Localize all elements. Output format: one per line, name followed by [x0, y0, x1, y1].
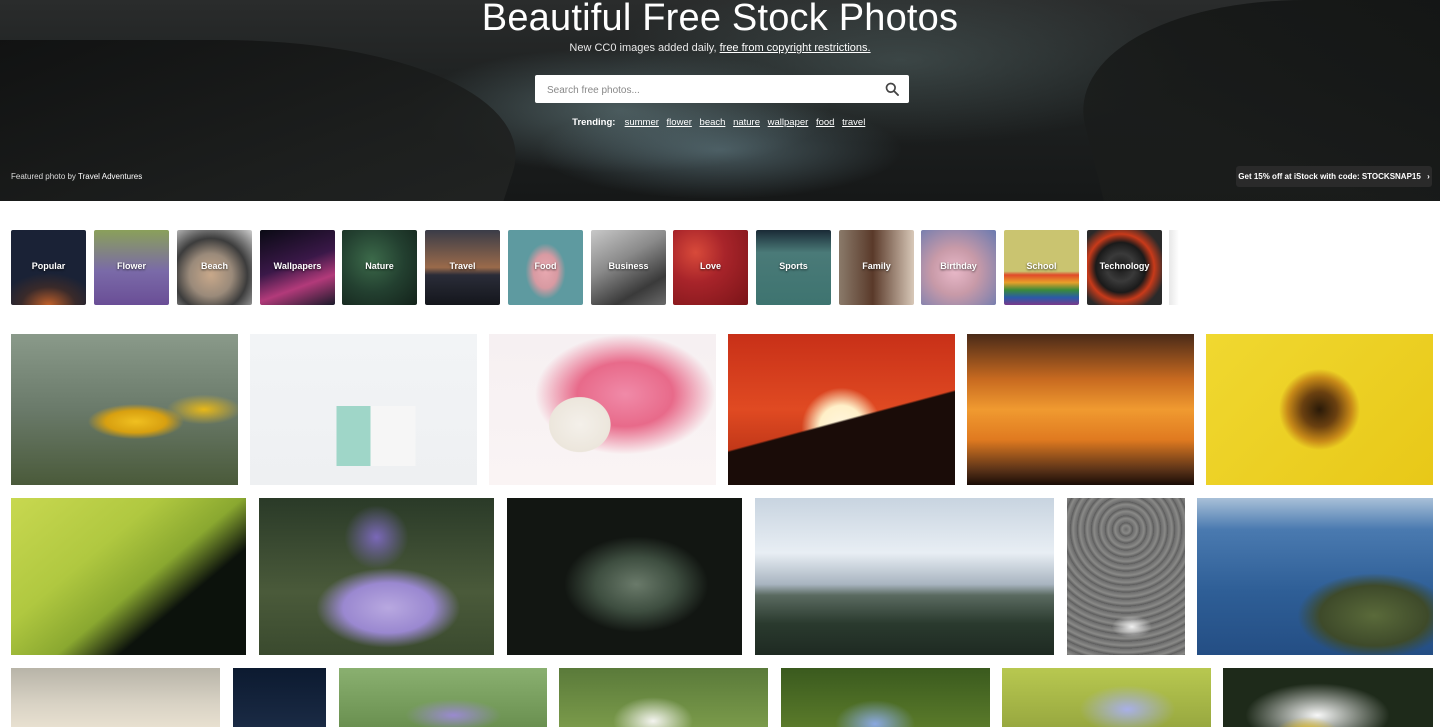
category-label: Family [862, 261, 891, 271]
photo-fern-leaf[interactable] [507, 498, 742, 655]
photo-night-sky[interactable] [233, 668, 326, 727]
photo-cobblestone-feet[interactable] [1067, 498, 1185, 655]
search-box[interactable] [535, 75, 909, 103]
category-technology[interactable]: Technology [1087, 230, 1162, 305]
trending-tag-nature[interactable]: nature [733, 117, 760, 128]
search-icon[interactable] [885, 82, 899, 96]
trending-tag-beach[interactable]: beach [700, 117, 726, 128]
photo-white-daisy-green[interactable] [559, 668, 768, 727]
photo-hazy-sky[interactable] [11, 668, 220, 727]
category-travel[interactable]: Travel [425, 230, 500, 305]
featured-author-link[interactable]: Travel Adventures [78, 172, 142, 181]
category-food[interactable]: Food [508, 230, 583, 305]
category-label: Popular [31, 261, 66, 271]
photo-purple-flower-stems[interactable] [339, 668, 547, 727]
category-label: Business [608, 261, 649, 271]
photo-yellow-flowers[interactable] [11, 334, 238, 485]
trending-tag-summer[interactable]: summer [625, 117, 659, 128]
trending-tag-travel[interactable]: travel [842, 117, 865, 128]
photo-red-sunset-hill[interactable] [728, 334, 955, 485]
category-sports[interactable]: Sports [756, 230, 831, 305]
photo-green-leaf[interactable] [11, 498, 246, 655]
category-scroll-fade [1169, 230, 1179, 305]
trending-tag-wallpaper[interactable]: wallpaper [768, 117, 809, 128]
copyright-link[interactable]: free from copyright restrictions. [720, 42, 871, 54]
category-nature[interactable]: Nature [342, 230, 417, 305]
category-school[interactable]: School [1004, 230, 1079, 305]
category-label: Technology [1099, 261, 1150, 271]
category-label: Food [534, 261, 557, 271]
trending-bar: Trending: summer flower beach nature wal… [0, 117, 1440, 128]
category-label: Love [699, 261, 721, 271]
category-strip: Popular Flower Beach Wallpapers Nature T… [11, 230, 1440, 305]
category-beach[interactable]: Beach [177, 230, 252, 305]
subtitle-text: New CC0 images added daily, [569, 42, 720, 54]
category-family[interactable]: Family [839, 230, 914, 305]
category-wallpapers[interactable]: Wallpapers [260, 230, 335, 305]
photo-orange-sky-clouds[interactable] [967, 334, 1194, 485]
hero-content: Beautiful Free Stock Photos New CC0 imag… [0, 0, 1440, 201]
category-label: Beach [200, 261, 228, 271]
photo-lilac-flower[interactable] [1002, 668, 1211, 727]
featured-prefix: Featured photo by [11, 172, 79, 181]
category-love[interactable]: Love [673, 230, 748, 305]
hero-banner: Beautiful Free Stock Photos New CC0 imag… [0, 0, 1440, 201]
search-input[interactable] [545, 80, 869, 100]
chevron-right-icon: › [1427, 172, 1430, 181]
page-title: Beautiful Free Stock Photos [481, 0, 959, 39]
hero-subtitle: New CC0 images added daily, free from co… [0, 42, 1440, 54]
photo-sunflower-macro[interactable] [1206, 334, 1433, 485]
category-label: School [1026, 261, 1057, 271]
category-birthday[interactable]: Birthday [921, 230, 996, 305]
photo-desk-flatlay[interactable] [250, 334, 477, 485]
category-label: Birthday [940, 261, 977, 271]
promo-button[interactable]: Get 15% off at iStock with code: STOCKSN… [1236, 166, 1432, 187]
trending-label: Trending: [572, 117, 616, 128]
category-label: Flower [116, 261, 146, 271]
category-business[interactable]: Business [591, 230, 666, 305]
promo-text: Get 15% off at iStock with code: STOCKSN… [1238, 172, 1421, 181]
photo-mountain-forest[interactable] [755, 498, 1054, 655]
category-label: Nature [365, 261, 394, 271]
photo-coastal-island[interactable] [1197, 498, 1433, 655]
photo-purple-hosta-flower[interactable] [259, 498, 494, 655]
category-label: Sports [779, 261, 808, 271]
trending-tag-flower[interactable]: flower [667, 117, 692, 128]
trending-tag-food[interactable]: food [816, 117, 835, 128]
category-flower[interactable]: Flower [94, 230, 169, 305]
photo-blue-flower-dew[interactable] [781, 668, 990, 727]
photo-cherry-blossom-notebook[interactable] [489, 334, 716, 485]
category-label: Travel [449, 261, 476, 271]
category-label: Wallpapers [273, 261, 322, 271]
featured-credit: Featured photo by Travel Adventures [11, 172, 142, 181]
photo-daisy-dark[interactable] [1223, 668, 1433, 727]
category-popular[interactable]: Popular [11, 230, 86, 305]
